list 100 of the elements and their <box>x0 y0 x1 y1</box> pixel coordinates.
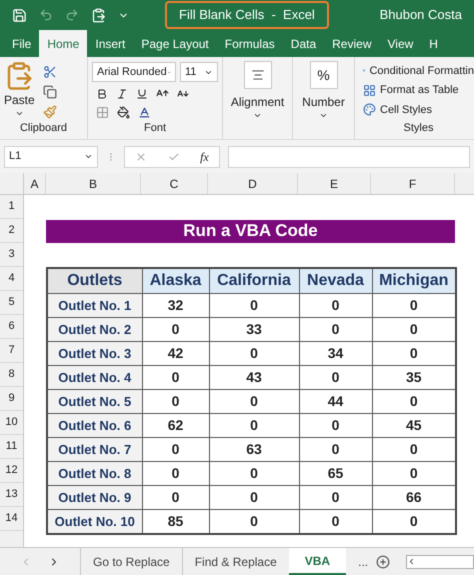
sheet-tab[interactable]: VBA <box>288 548 346 575</box>
dropdown-icon[interactable] <box>253 111 262 120</box>
dropdown-icon <box>14 109 24 118</box>
ribbon-tab[interactable]: File <box>4 30 40 57</box>
font-size-field[interactable]: 11 <box>180 62 218 82</box>
ribbon-tab[interactable]: Review <box>324 30 380 57</box>
dropdown-icon[interactable] <box>319 111 328 120</box>
row-header[interactable]: 9 <box>0 387 23 411</box>
underline-icon[interactable] <box>136 88 148 100</box>
table-icon[interactable] <box>363 84 376 97</box>
ribbon-tab[interactable]: Insert <box>87 30 134 57</box>
align-center-icon <box>250 68 264 82</box>
copy-icon[interactable] <box>42 85 57 99</box>
table-cell: 0 <box>142 438 209 462</box>
row-header[interactable]: 5 <box>0 291 23 315</box>
row-header[interactable]: 8 <box>0 363 23 387</box>
ribbon-tab[interactable]: Page Layout <box>133 30 217 57</box>
row-label: Outlet No. 1 <box>47 294 142 318</box>
table-cell: 0 <box>142 390 209 414</box>
save-icon[interactable] <box>12 8 27 22</box>
table-cell: 0 <box>299 414 372 438</box>
row-label: Outlet No. 5 <box>47 390 142 414</box>
table-cell: 0 <box>142 318 209 342</box>
ribbon-tab[interactable]: Formulas <box>216 30 283 57</box>
row-label: Outlet No. 8 <box>47 462 142 486</box>
group-label: Clipboard <box>18 120 68 136</box>
font-color-icon[interactable] <box>138 106 151 119</box>
row-header[interactable]: 3 <box>0 243 23 267</box>
sheet-tab[interactable]: Go to Replace <box>80 548 182 575</box>
column-header[interactable]: D <box>208 173 298 194</box>
table-cell: 0 <box>209 510 299 534</box>
table-cell: 33 <box>209 318 299 342</box>
user-name: Bhubon Costa <box>380 6 462 24</box>
row-header[interactable]: 7 <box>0 339 23 363</box>
row-header[interactable]: 12 <box>0 459 23 483</box>
column-heading: California <box>209 268 299 294</box>
ribbon-tab[interactable]: Data <box>282 30 324 57</box>
table-cell: 0 <box>209 294 299 318</box>
row-header[interactable]: 1 <box>0 195 23 219</box>
fill-color-icon[interactable] <box>117 106 130 119</box>
group-label[interactable]: Alignment <box>230 93 284 111</box>
window-title: Fill Blank Cells - Excel <box>165 1 329 29</box>
styles-menu-item[interactable]: Format as Table <box>380 82 459 98</box>
row-label: Outlet No. 4 <box>47 366 142 390</box>
column-header[interactable]: F <box>371 173 455 194</box>
number-format-button[interactable]: % <box>310 61 338 89</box>
row-header[interactable]: 14 <box>0 507 23 531</box>
table-cell: 35 <box>372 366 456 390</box>
italic-icon[interactable] <box>116 88 128 100</box>
row-header[interactable]: 10 <box>0 411 23 435</box>
row-header[interactable]: 6 <box>0 315 23 339</box>
borders-icon[interactable] <box>96 106 109 119</box>
table-cell: 0 <box>142 366 209 390</box>
row-label: Outlet No. 10 <box>47 510 142 534</box>
insert-function-button[interactable]: fx <box>200 148 209 166</box>
more-sheets[interactable]: ... <box>358 552 368 570</box>
row-header[interactable]: 13 <box>0 483 23 507</box>
styles-menu-item[interactable]: Cell Styles <box>380 102 432 118</box>
table-cell: 63 <box>209 438 299 462</box>
ribbon-tab[interactable]: Home <box>39 30 88 57</box>
table-cell: 0 <box>299 366 372 390</box>
row-header[interactable]: 2 <box>0 219 23 243</box>
column-heading: Alaska <box>142 268 209 294</box>
table-cell: 0 <box>372 462 456 486</box>
formula-field[interactable] <box>228 146 470 168</box>
column-header[interactable]: B <box>46 173 141 194</box>
font-name-field[interactable]: Arial Rounded <box>92 62 176 82</box>
row-header[interactable]: 4 <box>0 267 23 291</box>
column-header[interactable]: A <box>24 173 46 194</box>
dropdown-icon <box>84 152 93 161</box>
table-cell: 0 <box>142 462 209 486</box>
column-heading: Michigan <box>372 268 456 294</box>
table-cell: 0 <box>209 486 299 510</box>
styles-menu-item[interactable]: Conditional Formattin <box>369 62 474 79</box>
shrink-font-icon[interactable] <box>177 88 189 100</box>
column-header[interactable]: E <box>298 173 371 194</box>
scissors-icon[interactable] <box>42 65 57 79</box>
table-cell: 0 <box>299 318 372 342</box>
group-label[interactable]: Number <box>302 93 345 111</box>
table-cell: 0 <box>372 294 456 318</box>
name-box[interactable]: L1 <box>4 146 98 168</box>
table-cell: 0 <box>209 414 299 438</box>
ribbon-tab[interactable]: View <box>380 30 422 57</box>
check-icon[interactable] <box>168 150 180 162</box>
table-cell: 0 <box>372 510 456 534</box>
add-sheet-icon[interactable] <box>376 554 390 568</box>
paste-icon[interactable] <box>91 8 106 22</box>
row-header[interactable]: 11 <box>0 435 23 459</box>
alignment-button[interactable] <box>244 61 272 89</box>
format-painter-icon[interactable] <box>42 105 57 119</box>
bold-icon[interactable] <box>96 88 108 100</box>
palette-icon[interactable] <box>363 103 376 116</box>
column-heading: Outlets <box>47 268 142 294</box>
table-cell: 0 <box>372 342 456 366</box>
table-cell: 0 <box>209 342 299 366</box>
table-cell: 42 <box>142 342 209 366</box>
column-header[interactable]: C <box>141 173 208 194</box>
paste-button[interactable]: Paste <box>4 61 35 120</box>
horizontal-scrollbar[interactable] <box>406 554 474 568</box>
ribbon-tab[interactable]: H <box>421 30 446 57</box>
